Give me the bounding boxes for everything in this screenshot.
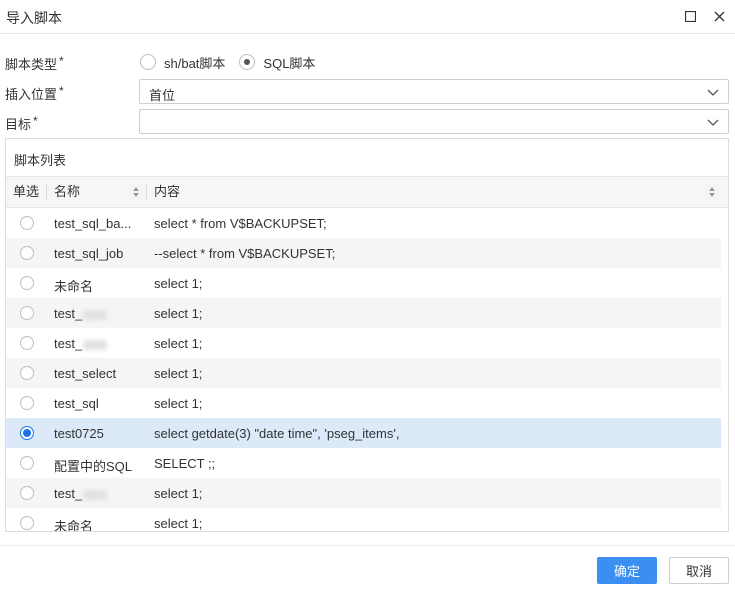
row-radio[interactable] bbox=[20, 336, 34, 350]
column-divider bbox=[146, 184, 147, 200]
insert-position-select[interactable]: 首位 bbox=[139, 79, 729, 104]
cancel-button[interactable]: 取消 bbox=[669, 557, 729, 584]
confirm-button[interactable]: 确定 bbox=[597, 557, 657, 584]
table-row[interactable]: 未命名 select 1; bbox=[6, 508, 721, 532]
script-list-panel: 脚本列表 单选 名称 内容 test_sql_ba... select * fr… bbox=[5, 138, 729, 532]
table-row[interactable]: test_select select 1; bbox=[6, 358, 721, 388]
redacted-text bbox=[83, 339, 108, 350]
chevron-down-icon bbox=[707, 119, 719, 126]
script-name: test_select bbox=[54, 366, 117, 381]
row-radio[interactable] bbox=[20, 306, 34, 320]
target-label: 目标 * bbox=[5, 114, 38, 132]
script-name: test_ bbox=[54, 336, 108, 351]
script-content: select 1; bbox=[154, 336, 203, 351]
insert-position-value: 首位 bbox=[149, 88, 176, 103]
script-name: test_ bbox=[54, 486, 108, 501]
row-radio[interactable] bbox=[20, 456, 34, 470]
table-header: 单选 名称 内容 bbox=[6, 176, 728, 208]
column-header-select: 单选 bbox=[13, 184, 40, 199]
target-select[interactable] bbox=[139, 109, 729, 134]
script-type-option-shbat[interactable]: sh/bat脚本 bbox=[140, 53, 225, 72]
script-type-radio-group: sh/bat脚本 SQL脚本 bbox=[140, 52, 329, 72]
row-radio[interactable] bbox=[20, 486, 34, 500]
script-content: select 1; bbox=[154, 486, 203, 501]
column-header-content[interactable]: 内容 bbox=[154, 177, 180, 207]
row-radio[interactable] bbox=[20, 276, 34, 290]
row-radio[interactable] bbox=[20, 366, 34, 380]
dialog-titlebar: 导入脚本 bbox=[0, 0, 735, 34]
table-row[interactable]: test_sql_job --select * from V$BACKUPSET… bbox=[6, 238, 721, 268]
script-name: 未命名 bbox=[54, 279, 94, 294]
radio-label: SQL脚本 bbox=[263, 55, 316, 71]
table-row[interactable]: test_ select 1; bbox=[6, 328, 721, 358]
dialog-title: 导入脚本 bbox=[6, 10, 62, 26]
sort-icon[interactable] bbox=[132, 186, 140, 198]
script-content: select getdate(3) "date time", 'pseg_ite… bbox=[154, 426, 400, 441]
column-header-name[interactable]: 名称 bbox=[54, 177, 80, 207]
script-content: select 1; bbox=[154, 516, 203, 531]
script-name: 未命名 bbox=[54, 519, 94, 532]
script-content: select 1; bbox=[154, 276, 203, 291]
row-radio[interactable] bbox=[20, 396, 34, 410]
table-row[interactable]: test_ select 1; bbox=[6, 298, 721, 328]
table-row[interactable]: 配置中的SQL SELECT ;; bbox=[6, 448, 721, 478]
column-divider bbox=[46, 184, 47, 200]
footer-divider bbox=[0, 545, 735, 546]
radio-label: sh/bat脚本 bbox=[164, 55, 226, 71]
row-radio[interactable] bbox=[20, 516, 34, 530]
script-name: test0725 bbox=[54, 426, 104, 441]
script-content: select * from V$BACKUPSET; bbox=[154, 216, 327, 231]
script-content: SELECT ;; bbox=[154, 456, 216, 471]
script-name: 配置中的SQL bbox=[54, 459, 133, 474]
row-radio-checked[interactable] bbox=[20, 426, 34, 440]
row-radio[interactable] bbox=[20, 246, 34, 260]
row-radio[interactable] bbox=[20, 216, 34, 230]
script-content: --select * from V$BACKUPSET; bbox=[154, 246, 336, 261]
table-row[interactable]: 未命名 select 1; bbox=[6, 268, 721, 298]
redacted-text bbox=[83, 489, 108, 500]
script-list-title: 脚本列表 bbox=[14, 153, 67, 168]
radio-button[interactable] bbox=[140, 54, 156, 70]
script-type-label: 脚本类型 * bbox=[5, 54, 64, 72]
radio-button-checked[interactable] bbox=[239, 54, 256, 70]
redacted-text bbox=[83, 309, 108, 320]
script-content: select 1; bbox=[154, 306, 203, 321]
maximize-icon[interactable] bbox=[682, 8, 698, 24]
table-row-selected[interactable]: test0725 select getdate(3) "date time", … bbox=[6, 418, 721, 448]
sort-icon[interactable] bbox=[708, 186, 716, 198]
chevron-down-icon bbox=[707, 89, 719, 96]
table-row[interactable]: test_sql_ba... select * from V$BACKUPSET… bbox=[6, 208, 721, 238]
script-content: select 1; bbox=[154, 366, 203, 381]
table-row[interactable]: test_sql select 1; bbox=[6, 388, 721, 418]
table-row[interactable]: test_ select 1; bbox=[6, 478, 721, 508]
script-type-option-sql[interactable]: SQL脚本 bbox=[239, 53, 315, 72]
insert-position-label: 插入位置 * bbox=[5, 84, 64, 102]
script-name: test_sql_ba... bbox=[54, 216, 132, 231]
script-content: select 1; bbox=[154, 396, 203, 411]
script-name: test_ bbox=[54, 306, 108, 321]
script-name: test_sql_job bbox=[54, 246, 124, 261]
script-name: test_sql bbox=[54, 396, 99, 411]
close-icon[interactable] bbox=[711, 8, 727, 24]
